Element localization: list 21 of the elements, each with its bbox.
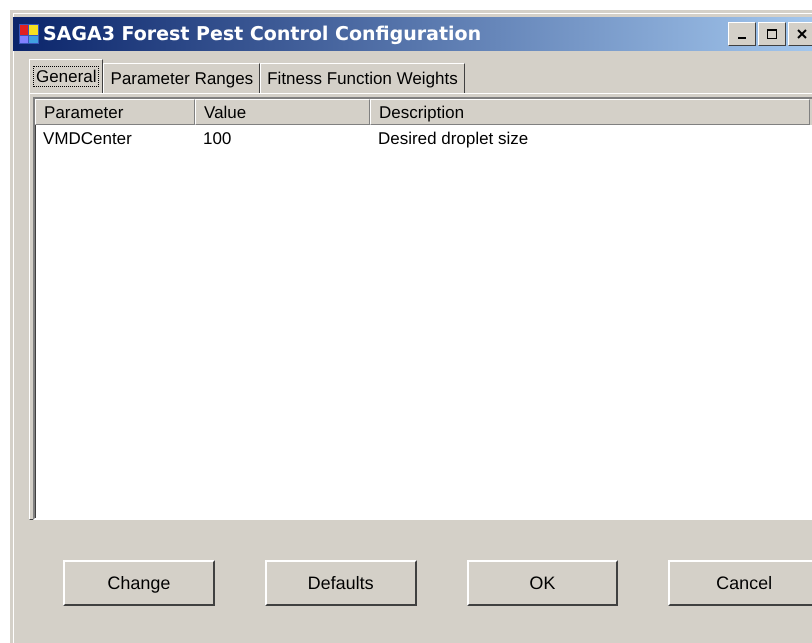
column-header[interactable]: Description (370, 99, 810, 125)
dialog-button[interactable]: Cancel (668, 560, 812, 606)
tab[interactable]: General (29, 59, 104, 93)
dialog-button[interactable]: OK (466, 560, 618, 606)
close-icon (797, 29, 807, 39)
dialog-button[interactable]: Defaults (264, 560, 416, 606)
minimize-button[interactable] (728, 22, 756, 46)
tab[interactable]: Parameter Ranges (103, 63, 260, 93)
close-button[interactable] (788, 22, 812, 46)
maximize-button[interactable] (758, 22, 786, 46)
maximize-icon (767, 29, 777, 39)
app-icon (19, 24, 39, 44)
column-header[interactable]: Parameter (35, 99, 195, 125)
minimize-icon (738, 37, 746, 39)
table-cell: 100 (203, 129, 232, 148)
dialog-button[interactable]: Change (63, 560, 215, 606)
window-title: SAGA3 Forest Pest Control Configuration (43, 23, 482, 45)
tab[interactable]: Fitness Function Weights (260, 63, 465, 93)
table-cell: Desired droplet size (378, 129, 528, 148)
table-cell: VMDCenter (43, 129, 132, 148)
column-header[interactable]: Value (195, 99, 370, 125)
